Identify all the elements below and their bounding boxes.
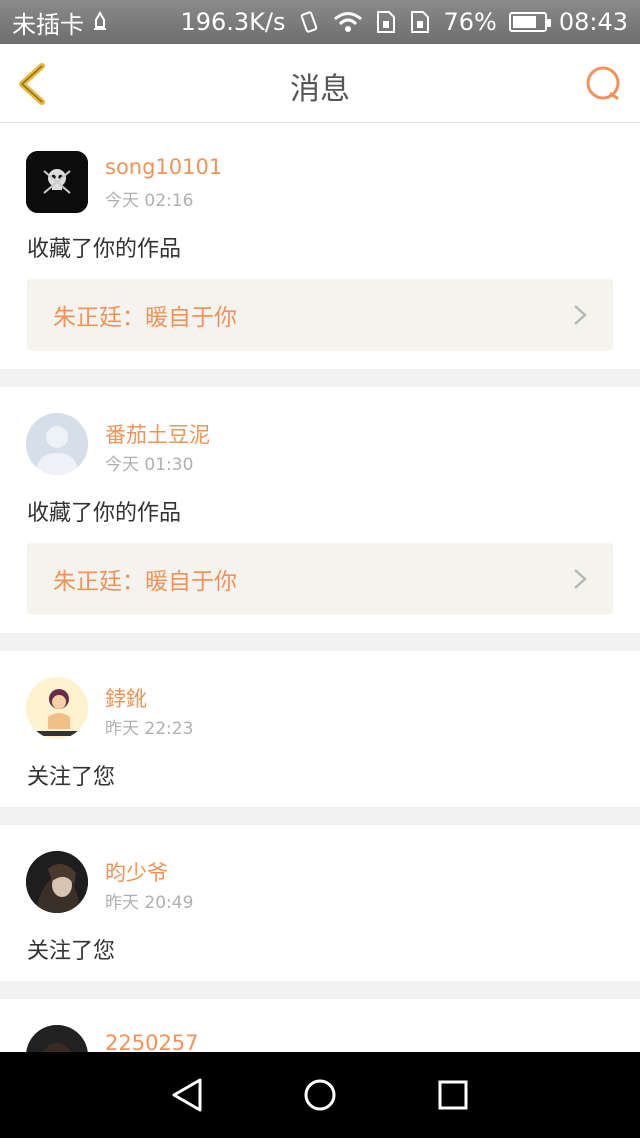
vibrate-icon [297, 10, 321, 34]
triangle-back-icon [172, 1078, 202, 1112]
battery-icon [508, 12, 551, 32]
work-link[interactable]: 朱正廷：暖自于你 [27, 279, 613, 351]
timestamp: 今天 02:16 [105, 191, 194, 211]
clock: 08:43 [558, 8, 628, 36]
search-button[interactable] [584, 64, 624, 104]
network-speed: 196.3K/s [180, 8, 286, 36]
timestamp: 昨天 22:23 [105, 719, 194, 739]
photo-avatar-image [26, 1025, 88, 1052]
username[interactable]: 昀少爷 [105, 857, 168, 887]
circle-home-icon [304, 1079, 336, 1111]
status-bar: 未插卡 196.3K/s 76% 08:43 [0, 0, 640, 44]
message-list[interactable]: song10101 今天 02:16 收藏了你的作品 朱正廷：暖自于你 番茄土豆… [0, 123, 640, 1052]
username[interactable]: 鋍鈋 [105, 683, 147, 713]
avatar[interactable] [26, 851, 88, 913]
nav-back-button[interactable] [157, 1065, 217, 1125]
action-text: 收藏了你的作品 [27, 237, 182, 262]
username[interactable]: 2250257 [105, 1031, 199, 1052]
nav-home-button[interactable] [290, 1065, 350, 1125]
carrier-label: 未插卡 [12, 10, 84, 39]
battery-fill [512, 16, 536, 28]
skull-avatar-image [26, 151, 88, 213]
default-avatar-icon [26, 413, 88, 475]
search-icon [586, 66, 620, 100]
cartoon-girl-avatar-image [26, 677, 88, 739]
work-title: 朱正廷：暖自于你 [53, 569, 237, 595]
timestamp: 今天 01:30 [105, 455, 194, 475]
nav-recents-button[interactable] [423, 1065, 483, 1125]
wifi-icon [333, 11, 363, 33]
message-card[interactable]: 鋍鈋 昨天 22:23 关注了您 [0, 651, 640, 807]
avatar[interactable] [26, 1025, 88, 1052]
avatar[interactable] [26, 413, 88, 475]
username[interactable]: 番茄土豆泥 [105, 419, 210, 449]
message-card[interactable]: 2250257 [0, 999, 640, 1052]
chevron-right-icon [574, 305, 587, 325]
action-text: 收藏了你的作品 [27, 501, 182, 526]
work-link[interactable]: 朱正廷：暖自于你 [27, 543, 613, 615]
app-header: 消息 [0, 44, 640, 123]
page-title: 消息 [290, 72, 350, 107]
avatar[interactable] [26, 677, 88, 739]
action-text: 关注了您 [27, 765, 116, 790]
timestamp: 昨天 20:49 [105, 893, 194, 913]
battery-percent: 76% [443, 8, 497, 36]
action-text: 关注了您 [27, 939, 116, 964]
message-card[interactable]: 昀少爷 昨天 20:49 关注了您 [0, 825, 640, 981]
username[interactable]: song10101 [105, 155, 222, 179]
avatar[interactable] [26, 151, 88, 213]
chevron-right-icon [574, 569, 587, 589]
photo-avatar-image [26, 851, 88, 913]
system-nav-bar [0, 1052, 640, 1138]
sim2-signal-icon [409, 10, 431, 34]
square-recents-icon [438, 1080, 468, 1110]
no-sim-icon [90, 11, 110, 33]
work-title: 朱正廷：暖自于你 [53, 305, 237, 331]
sim1-signal-icon [375, 10, 397, 34]
message-card[interactable]: 番茄土豆泥 今天 01:30 收藏了你的作品 朱正廷：暖自于你 [0, 387, 640, 633]
message-card[interactable]: song10101 今天 02:16 收藏了你的作品 朱正廷：暖自于你 [0, 123, 640, 369]
